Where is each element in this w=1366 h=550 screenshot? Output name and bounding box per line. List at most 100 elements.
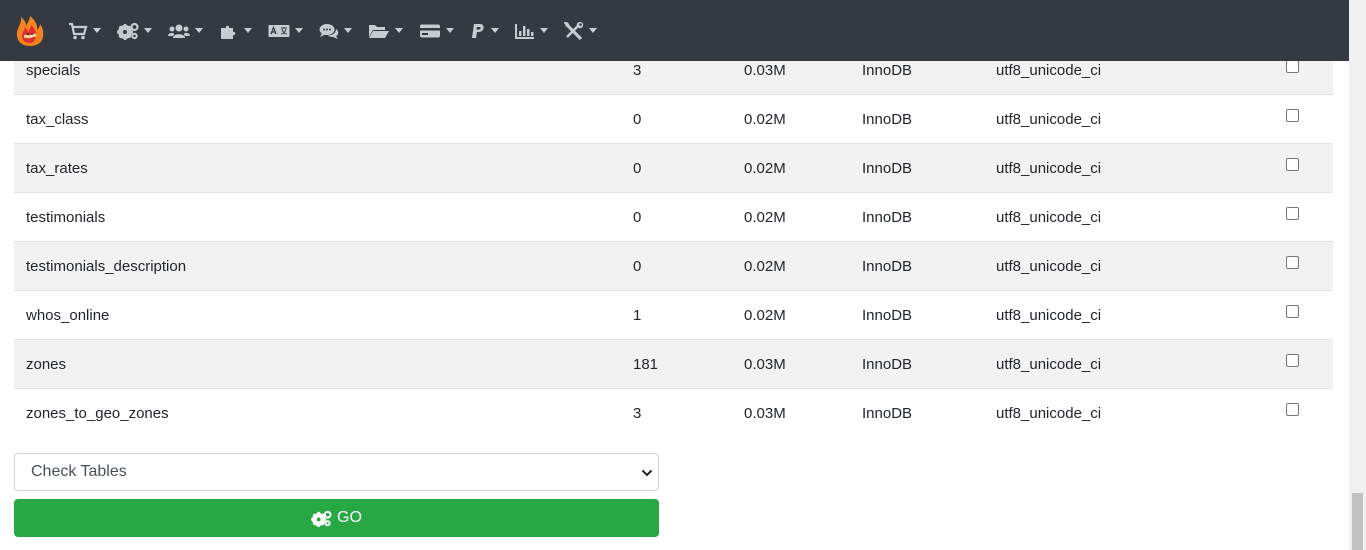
- language-icon: [268, 24, 290, 37]
- table-row: zones 181 0.03M InnoDB utf8_unicode_ci: [14, 339, 1333, 389]
- row-checkbox[interactable]: [1286, 207, 1299, 221]
- paypal-icon: [472, 23, 484, 38]
- row-count: 0: [621, 143, 732, 193]
- row-count: 3: [621, 388, 732, 438]
- action-select-value: Check Tables: [31, 463, 127, 480]
- table-size: 0.03M: [732, 339, 850, 389]
- chevron-down-icon: [491, 28, 499, 33]
- chevron-down-icon: [93, 28, 101, 33]
- row-count: 0: [621, 241, 732, 291]
- chevron-down-icon: [446, 28, 454, 33]
- chevron-down-icon: [244, 28, 252, 33]
- menu-catalog[interactable]: [68, 11, 101, 51]
- table-row: testimonials 0 0.02M InnoDB utf8_unicode…: [14, 192, 1333, 242]
- main-menu: [68, 0, 613, 61]
- row-count: 0: [621, 94, 732, 144]
- table-size: 0.02M: [732, 143, 850, 193]
- table-size: 0.02M: [732, 290, 850, 340]
- table-name: tax_rates: [14, 143, 621, 193]
- database-tables: specials 3 0.03M InnoDB utf8_unicode_ci …: [14, 45, 1333, 438]
- chevron-down-icon: [195, 28, 203, 33]
- chevron-down-icon: [589, 28, 597, 33]
- table-collation: utf8_unicode_ci: [984, 339, 1268, 389]
- chevron-down-icon: [344, 28, 352, 33]
- flame-logo-icon[interactable]: [14, 15, 46, 47]
- row-checkbox[interactable]: [1286, 305, 1299, 319]
- table-engine: InnoDB: [850, 94, 984, 144]
- menu-configuration[interactable]: [117, 11, 152, 51]
- chevron-down-icon: [395, 28, 403, 33]
- menu-marketing[interactable]: [319, 11, 352, 51]
- users-icon: [168, 24, 190, 38]
- menu-payment[interactable]: [419, 11, 454, 51]
- puzzle-icon: [221, 25, 236, 39]
- gears-icon: [117, 22, 139, 40]
- table-engine: InnoDB: [850, 290, 984, 340]
- table-collation: utf8_unicode_ci: [984, 290, 1268, 340]
- scrollbar-thumb[interactable]: [1352, 493, 1363, 550]
- row-select: [1268, 339, 1333, 389]
- table-engine: InnoDB: [850, 241, 984, 291]
- table-engine: InnoDB: [850, 143, 984, 193]
- table-collation: utf8_unicode_ci: [984, 94, 1268, 144]
- table-name: whos_online: [14, 290, 621, 340]
- table-row: zones_to_geo_zones 3 0.03M InnoDB utf8_u…: [14, 388, 1333, 438]
- row-checkbox[interactable]: [1286, 354, 1299, 368]
- table-name: testimonials: [14, 192, 621, 242]
- menu-customers[interactable]: [168, 11, 203, 51]
- row-checkbox[interactable]: [1286, 256, 1299, 270]
- table-collation: utf8_unicode_ci: [984, 192, 1268, 242]
- row-select: [1268, 290, 1333, 340]
- table-engine: InnoDB: [850, 388, 984, 438]
- table-name: zones_to_geo_zones: [14, 388, 621, 438]
- credit-card-icon: [420, 24, 440, 37]
- table-name: tax_class: [14, 94, 621, 144]
- action-select[interactable]: Check Tables: [14, 453, 659, 491]
- page-scrollbar[interactable]: [1349, 0, 1366, 550]
- comments-icon: [319, 23, 339, 39]
- row-select: [1268, 192, 1333, 242]
- table-size: 0.02M: [732, 241, 850, 291]
- table-engine: InnoDB: [850, 339, 984, 389]
- row-count: 1: [621, 290, 732, 340]
- table-row: tax_class 0 0.02M InnoDB utf8_unicode_ci: [14, 94, 1333, 144]
- chevron-down-icon: [641, 469, 653, 477]
- row-select: [1268, 94, 1333, 144]
- table-size: 0.02M: [732, 192, 850, 242]
- chevron-down-icon: [295, 28, 303, 33]
- table-name: zones: [14, 339, 621, 389]
- menu-tools[interactable]: [564, 11, 597, 51]
- row-select: [1268, 388, 1333, 438]
- row-count: 181: [621, 339, 732, 389]
- table-engine: InnoDB: [850, 192, 984, 242]
- row-checkbox[interactable]: [1286, 109, 1299, 123]
- menu-modules[interactable]: [219, 11, 252, 51]
- tools-icon: [564, 21, 584, 40]
- table-size: 0.03M: [732, 388, 850, 438]
- table-collation: utf8_unicode_ci: [984, 241, 1268, 291]
- cart-icon: [69, 22, 88, 39]
- gears-icon: [311, 510, 332, 527]
- row-checkbox[interactable]: [1286, 60, 1299, 74]
- row-checkbox[interactable]: [1286, 403, 1299, 417]
- go-button-label: GO: [337, 509, 362, 526]
- top-navbar: [0, 0, 1349, 61]
- table-row: whos_online 1 0.02M InnoDB utf8_unicode_…: [14, 290, 1333, 340]
- menu-paypal[interactable]: [470, 11, 499, 51]
- row-checkbox[interactable]: [1286, 158, 1299, 172]
- table-row: testimonials_description 0 0.02M InnoDB …: [14, 241, 1333, 291]
- table-collation: utf8_unicode_ci: [984, 388, 1268, 438]
- menu-localization[interactable]: [268, 11, 303, 51]
- table-row: tax_rates 0 0.02M InnoDB utf8_unicode_ci: [14, 143, 1333, 193]
- menu-orders[interactable]: [368, 11, 403, 51]
- chart-bar-icon: [515, 23, 534, 39]
- row-select: [1268, 241, 1333, 291]
- folder-open-icon: [369, 24, 389, 38]
- row-count: 0: [621, 192, 732, 242]
- row-select: [1268, 143, 1333, 193]
- tables-table: specials 3 0.03M InnoDB utf8_unicode_ci …: [14, 45, 1333, 438]
- table-size: 0.02M: [732, 94, 850, 144]
- go-button[interactable]: GO: [14, 499, 659, 537]
- menu-reports[interactable]: [515, 11, 548, 51]
- table-collation: utf8_unicode_ci: [984, 143, 1268, 193]
